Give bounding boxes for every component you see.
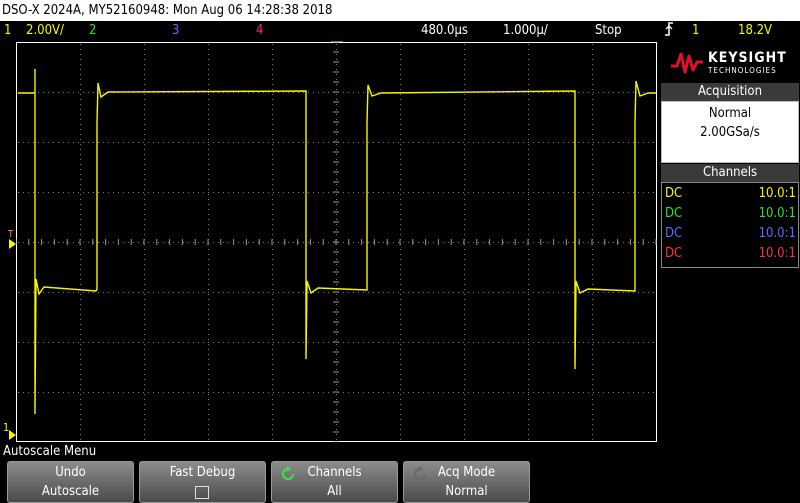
ch1-probe: 10.0:1 bbox=[758, 186, 796, 201]
ch1-coupling: DC bbox=[665, 186, 683, 201]
logo-sub: TECHNOLOGIES bbox=[708, 66, 777, 75]
channel-row-1[interactable]: DC 10.0:1 bbox=[664, 184, 796, 204]
ch2-number[interactable]: 2 bbox=[89, 21, 96, 41]
waveform-display[interactable] bbox=[16, 42, 657, 442]
softkey-3-line1: Channels bbox=[307, 465, 362, 480]
trigger-channel[interactable]: 1 bbox=[692, 21, 699, 41]
time-delay[interactable]: 480.0µs bbox=[421, 21, 468, 41]
softkey-2-line1: Fast Debug bbox=[169, 465, 236, 480]
status-bar: 1 2.00V/ 2 3 4 480.0µs 1.000µ/ Stop 1 18… bbox=[0, 21, 800, 41]
channel-row-2[interactable]: DC 10.0:1 bbox=[664, 204, 796, 224]
softkey-4-line2: Normal bbox=[445, 484, 488, 499]
softkey-1-line1: Undo bbox=[55, 465, 86, 480]
logo-brand: KEYSIGHT bbox=[708, 50, 787, 66]
trigger-level[interactable]: 18.2V bbox=[738, 21, 772, 41]
channels-header[interactable]: Channels bbox=[661, 164, 799, 182]
trigger-level-marker-icon bbox=[9, 239, 16, 249]
logo: KEYSIGHT TECHNOLOGIES bbox=[660, 42, 800, 82]
side-panel: KEYSIGHT TECHNOLOGIES Acquisition Normal… bbox=[660, 42, 800, 442]
channels-panel: DC 10.0:1 DC 10.0:1 DC 10.0:1 DC 10.0:1 bbox=[661, 182, 799, 268]
ch3-number[interactable]: 3 bbox=[172, 21, 179, 41]
ch3-coupling: DC bbox=[665, 226, 683, 241]
window-title: DSO-X 2024A, MY52160948: Mon Aug 06 14:2… bbox=[0, 0, 800, 21]
acquisition-mode: Normal bbox=[708, 106, 752, 121]
acquisition-panel: Normal 2.00GSa/s bbox=[661, 101, 799, 163]
channels-softkey[interactable]: Channels All bbox=[271, 461, 398, 503]
softkey-1-line2: Autoscale bbox=[41, 484, 100, 499]
acquisition-rate: 2.00GSa/s bbox=[700, 125, 760, 140]
keysight-wave-icon bbox=[671, 52, 703, 74]
ch4-number[interactable]: 4 bbox=[256, 21, 263, 41]
undo-autoscale-softkey[interactable]: Undo Autoscale bbox=[7, 461, 134, 503]
ch3-probe: 10.0:1 bbox=[758, 226, 796, 241]
time-scale[interactable]: 1.000µ/ bbox=[503, 21, 548, 41]
ch1-ground-marker-icon bbox=[9, 430, 16, 440]
fast-debug-checkbox-icon[interactable] bbox=[195, 486, 209, 499]
acquisition-header[interactable]: Acquisition bbox=[661, 83, 799, 101]
ch4-probe: 10.0:1 bbox=[758, 246, 796, 261]
softkey-3-line2: All bbox=[327, 484, 342, 499]
channel-row-4[interactable]: DC 10.0:1 bbox=[664, 244, 796, 264]
menu-title: Autoscale Menu bbox=[3, 444, 97, 459]
ch2-probe: 10.0:1 bbox=[758, 206, 796, 221]
fast-debug-softkey[interactable]: Fast Debug bbox=[139, 461, 266, 503]
acq-mode-softkey[interactable]: Acq Mode Normal bbox=[403, 461, 530, 503]
trigger-edge-icon bbox=[663, 21, 675, 44]
ch2-coupling: DC bbox=[665, 206, 683, 221]
run-state[interactable]: Stop bbox=[595, 21, 622, 41]
softkey-4-line1: Acq Mode bbox=[437, 465, 496, 480]
ch4-coupling: DC bbox=[665, 246, 683, 261]
ch1-scale[interactable]: 2.00V/ bbox=[26, 21, 64, 41]
ch1-number[interactable]: 1 bbox=[4, 21, 11, 41]
channel-row-3[interactable]: DC 10.0:1 bbox=[664, 224, 796, 244]
